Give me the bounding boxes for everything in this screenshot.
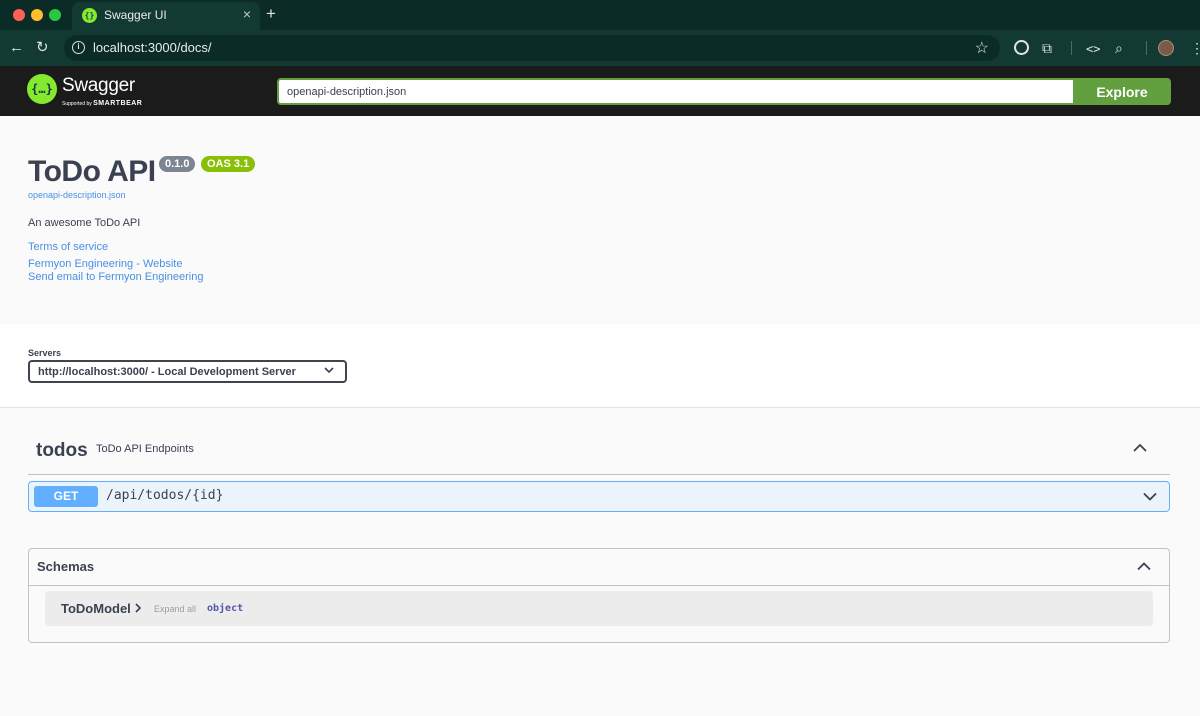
oas-badge: OAS 3.1	[201, 156, 256, 172]
window-minimize-button[interactable]	[31, 9, 43, 21]
window-close-button[interactable]	[13, 9, 25, 21]
version-badge: 0.1.0	[159, 156, 196, 172]
tag-description: ToDo API Endpoints	[96, 443, 194, 455]
supported-by-text: Supported by SMARTBEAR	[62, 100, 142, 107]
servers-selected-value: http://localhost:3000/ - Local Developme…	[38, 366, 296, 378]
api-title: ToDo API	[28, 155, 156, 188]
window-zoom-button[interactable]	[49, 9, 61, 21]
schemas-section: Schemas ToDoModel Expand all object	[28, 548, 1170, 643]
tab-close-icon[interactable]: ×	[243, 6, 251, 22]
model-type: object	[207, 603, 244, 614]
schemas-title: Schemas	[37, 559, 95, 574]
toolbar-divider	[1146, 41, 1147, 55]
site-info-icon[interactable]: i	[72, 41, 85, 54]
new-tab-button[interactable]: +	[266, 4, 276, 24]
contact-email-link[interactable]: Send email to Fermyon Engineering	[28, 271, 203, 283]
tab-title: Swagger UI	[104, 8, 167, 22]
swagger-favicon-icon: {}	[82, 8, 97, 23]
schemas-header[interactable]: Schemas	[29, 549, 1169, 586]
chevron-down-icon[interactable]	[1143, 492, 1157, 501]
back-arrow-icon[interactable]: ←	[9, 38, 24, 58]
api-description: An awesome ToDo API	[28, 217, 141, 229]
swagger-logo-icon[interactable]: {…}	[27, 74, 57, 104]
expand-all-link[interactable]: Expand all	[154, 604, 196, 614]
operation-path: /api/todos/{id}	[106, 488, 224, 503]
chevron-right-icon[interactable]	[135, 603, 141, 613]
extensions-puzzle-icon[interactable]: ⧉	[1042, 38, 1052, 58]
devtools-code-icon[interactable]: <>	[1086, 39, 1100, 59]
tag-name: todos	[36, 440, 88, 461]
chevron-up-icon[interactable]	[1132, 443, 1148, 453]
reload-icon[interactable]: ↻	[36, 38, 49, 58]
operation-get-todo[interactable]: GET /api/todos/{id}	[28, 481, 1170, 512]
tag-section-header[interactable]: todos ToDo API Endpoints	[28, 426, 1170, 475]
bookmark-star-icon[interactable]: ☆	[975, 38, 989, 58]
vendor-name: SMARTBEAR	[93, 100, 143, 107]
page-search-icon[interactable]: ⌕	[1115, 38, 1123, 58]
spec-link[interactable]: openapi-description.json	[28, 190, 126, 200]
address-url[interactable]: localhost:3000/docs/	[93, 40, 212, 55]
api-info: ToDo API 0.1.0 OAS 3.1 openapi-descripti…	[0, 116, 1200, 324]
website-link[interactable]: Fermyon Engineering - Website	[28, 258, 182, 270]
terms-of-service-link[interactable]: Terms of service	[28, 241, 108, 253]
toolbar-divider	[1071, 41, 1072, 55]
explore-button[interactable]: Explore	[1073, 78, 1171, 105]
chevron-down-icon	[324, 367, 334, 374]
http-method-badge: GET	[34, 486, 98, 507]
browser-tab-bar: {} Swagger UI × +	[0, 0, 1200, 30]
address-bar[interactable]: i localhost:3000/docs/ ☆	[64, 35, 1000, 61]
chevron-up-icon[interactable]	[1137, 562, 1151, 571]
browser-tab[interactable]: {} Swagger UI ×	[72, 2, 260, 30]
browser-menu-icon[interactable]: ⋮	[1190, 38, 1200, 58]
model-name[interactable]: ToDoModel	[61, 601, 131, 616]
extension-circle-icon[interactable]	[1014, 40, 1029, 55]
supported-by-label: Supported by	[62, 101, 92, 107]
spec-url-input[interactable]	[277, 78, 1074, 105]
swagger-brand: Swagger	[62, 75, 135, 96]
servers-label: Servers	[28, 348, 62, 358]
model-todomodel[interactable]: ToDoModel Expand all object	[45, 591, 1153, 626]
servers-select[interactable]: http://localhost:3000/ - Local Developme…	[28, 360, 347, 383]
servers-section: Servers http://localhost:3000/ - Local D…	[0, 324, 1200, 408]
profile-avatar[interactable]	[1158, 40, 1174, 56]
